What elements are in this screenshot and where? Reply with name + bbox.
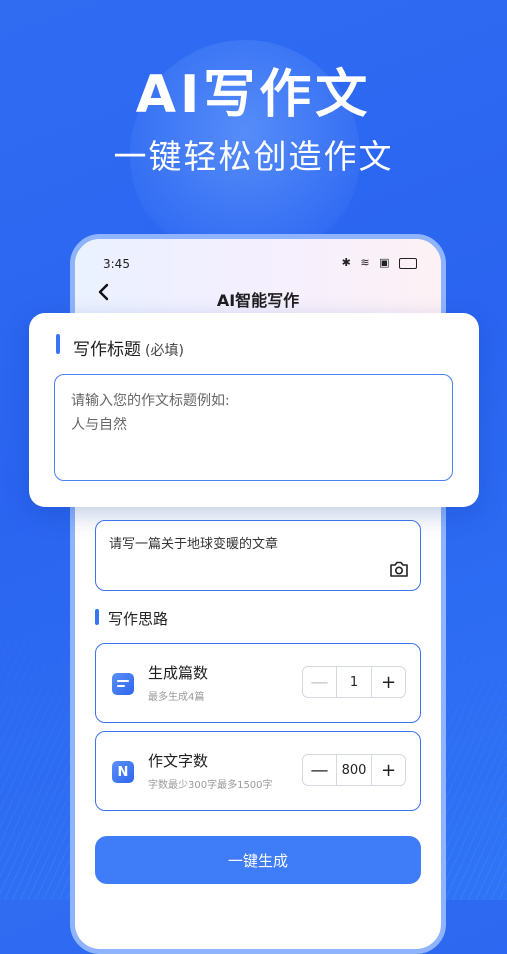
- section-accent-bar: [95, 609, 99, 625]
- option-card-count: 生成篇数 最多生成4篇 — 1 +: [95, 643, 421, 723]
- increment-button[interactable]: +: [372, 755, 405, 785]
- section-label: 写作思路: [108, 610, 169, 628]
- option-title: 生成篇数: [148, 664, 209, 682]
- heading-accent-bar: [56, 334, 60, 354]
- option-card-words: N 作文字数 字数最少300字最多1500字 — 800 +: [95, 731, 421, 811]
- camera-icon[interactable]: [388, 558, 410, 580]
- hero-subtitle: 一键轻松创造作文: [113, 137, 394, 176]
- prompt-text: 请写一篇关于地球变暖的文章: [109, 537, 279, 552]
- wifi-icon: ≋: [360, 256, 373, 269]
- list-card-icon: [112, 673, 134, 695]
- increment-button[interactable]: +: [372, 667, 405, 697]
- title-heading: 写作标题 (必填): [73, 335, 184, 360]
- option-desc: 最多生成4篇: [148, 692, 205, 703]
- required-note: (必填): [145, 343, 184, 359]
- page-title: AI智能写作: [216, 291, 300, 310]
- title-placeholder-line1: 请输入您的作文标题例如:: [71, 393, 230, 409]
- n-letter-icon: N: [112, 761, 134, 783]
- title-input[interactable]: 请输入您的作文标题例如: 人与自然: [54, 374, 453, 481]
- decrement-button[interactable]: —: [303, 755, 336, 785]
- status-time: 3:45: [103, 257, 130, 271]
- title-placeholder-line2: 人与自然: [71, 417, 127, 433]
- bluetooth-icon: ✱: [341, 256, 354, 269]
- option-title: 作文字数: [148, 752, 209, 770]
- status-icons: ✱ ≋ ▣: [342, 256, 417, 269]
- stepper-value: 1: [336, 667, 372, 697]
- generate-button[interactable]: 一键生成: [95, 836, 421, 884]
- prompt-input[interactable]: 请写一篇关于地球变暖的文章: [95, 520, 421, 591]
- battery-icon: [399, 257, 417, 269]
- words-stepper[interactable]: — 800 +: [302, 754, 406, 786]
- title-card: 写作标题 (必填) 请输入您的作文标题例如: 人与自然: [29, 313, 479, 507]
- title-heading-label: 写作标题: [73, 340, 141, 360]
- sim-icon: ▣: [379, 256, 393, 269]
- hero-title: AI写作文: [135, 65, 372, 125]
- option-desc: 字数最少300字最多1500字: [148, 780, 273, 791]
- count-stepper[interactable]: — 1 +: [302, 666, 406, 698]
- stepper-value: 800: [336, 755, 372, 785]
- decrement-button[interactable]: —: [303, 667, 336, 697]
